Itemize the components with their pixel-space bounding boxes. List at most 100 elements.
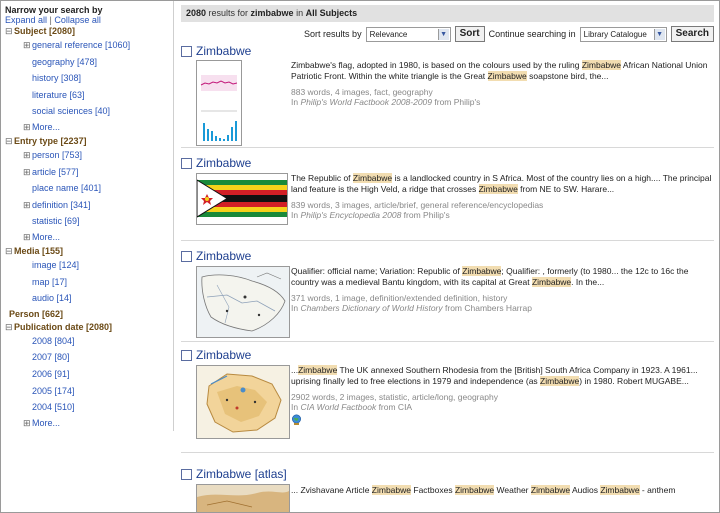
expand-icon[interactable]: ⊞ [23, 147, 32, 164]
continue-label: Continue searching in [488, 29, 576, 39]
chart-image [197, 61, 241, 145]
atlas-map-image [197, 485, 289, 512]
expand-icon[interactable]: ⊞ [23, 37, 32, 54]
facet-more-link[interactable]: ⊞More... [5, 230, 173, 245]
catalogue-select[interactable]: Library Catalogue ▼ [579, 26, 667, 42]
facet-item[interactable]: statistic [69] [5, 213, 173, 230]
facet-item[interactable]: 2007 [80] [5, 349, 173, 366]
result-meta: 2902 words, 2 images, statistic, article… [291, 392, 498, 402]
map-image [197, 267, 289, 337]
facet-entry-type[interactable]: ⊟Entry type [2237] [5, 136, 173, 147]
result-item: Zimbabwe Zimbabwe's flag, adopted in 198… [181, 44, 714, 148]
expand-icon[interactable]: ⊞ [23, 164, 32, 181]
links-separator: | [49, 15, 52, 25]
result-body: Zimbabwe's flag, adopted in 1980, is bas… [291, 60, 714, 107]
result-title[interactable]: Zimbabwe [181, 348, 714, 362]
flag-thumbnail[interactable] [196, 173, 288, 225]
map-thumbnail[interactable] [196, 266, 290, 338]
expand-icon[interactable]: ⊞ [23, 230, 32, 245]
collapse-icon[interactable]: ⊟ [5, 322, 14, 333]
source-title-link[interactable]: Chambers Dictionary of World History [300, 303, 442, 313]
facet-item[interactable]: ⊞article [577] [5, 164, 173, 181]
facet-more-link[interactable]: ⊞More... [5, 120, 173, 135]
facet-item[interactable]: geography [478] [5, 54, 173, 71]
facet-item[interactable]: 2008 [804] [5, 333, 173, 350]
facet-more-link[interactable]: ⊞More... [5, 416, 173, 431]
climate-chart-thumbnail[interactable] [196, 60, 242, 146]
facet-item[interactable]: literature [63] [5, 87, 173, 104]
result-source: In Philip's Encyclopedia 2008 from Phili… [291, 210, 450, 220]
chevron-down-icon[interactable]: ▼ [653, 28, 665, 40]
source-title-link[interactable]: CIA World Factbook [300, 402, 376, 412]
facet-item[interactable]: ⊞person [753] [5, 147, 173, 164]
source-title-link[interactable]: Philip's World Factbook 2008-2009 [300, 97, 432, 107]
facet-item[interactable]: map [17] [5, 274, 173, 291]
result-snippet: Qualifier: official name; Variation: Rep… [291, 266, 689, 287]
sort-label: Sort results by [304, 29, 362, 39]
result-item: Zimbabwe [atlas] ... Zvishavane Article … [181, 467, 714, 512]
result-source: In Chambers Dictionary of World History … [291, 303, 532, 313]
facet-media[interactable]: ⊟Media [155] [5, 246, 173, 257]
page-frame: Narrow your search by Expand all | Colla… [0, 0, 720, 513]
result-count: 2080 [186, 8, 207, 18]
facet-item[interactable]: social sciences [40] [5, 103, 173, 120]
facet-item[interactable]: image [124] [5, 257, 173, 274]
result-item: Zimbabwe The Republic of Zimbabwe is a l… [181, 156, 714, 241]
collapse-icon[interactable]: ⊟ [5, 136, 14, 147]
facet-item[interactable]: 2005 [174] [5, 383, 173, 400]
collapse-all-link[interactable]: Collapse all [54, 15, 101, 25]
facet-item[interactable]: ⊞definition [341] [5, 197, 173, 214]
facet-person[interactable]: Person [662] [5, 307, 173, 321]
results-summary-bar: 2080 results for zimbabwe in All Subject… [181, 5, 714, 22]
select-checkbox[interactable] [181, 468, 192, 480]
facet-item[interactable]: ⊞general reference [1060] [5, 37, 173, 54]
facet-item[interactable]: place name [401] [5, 180, 173, 197]
facet-item[interactable]: history [308] [5, 70, 173, 87]
sort-button[interactable]: Sort [454, 26, 485, 42]
facet-item[interactable]: audio [14] [5, 290, 173, 307]
result-meta: 839 words, 3 images, article/brief, gene… [291, 200, 544, 210]
select-checkbox[interactable] [181, 349, 192, 361]
facet-publication-date[interactable]: ⊟Publication date [2080] [5, 322, 173, 333]
globe-icon[interactable] [291, 414, 302, 425]
zimbabwe-map-image [197, 366, 289, 438]
select-checkbox[interactable] [181, 250, 192, 262]
sidebar-divider [173, 1, 174, 431]
result-meta: 883 words, 4 images, fact, geography [291, 87, 433, 97]
result-title[interactable]: Zimbabwe [atlas] [181, 467, 714, 481]
chevron-down-icon[interactable]: ▼ [437, 28, 449, 40]
expand-icon[interactable]: ⊞ [23, 416, 32, 431]
result-source: In Philip's World Factbook 2008-2009 fro… [291, 97, 481, 107]
sort-select[interactable]: Relevance ▼ [365, 26, 451, 42]
search-scope: All Subjects [305, 8, 358, 18]
map-thumbnail[interactable] [196, 365, 290, 439]
result-snippet: Zimbabwe's flag, adopted in 1980, is bas… [291, 60, 708, 81]
sidebar-title: Narrow your search by [5, 5, 103, 15]
result-snippet: ...Zimbabwe The UK annexed Southern Rhod… [291, 365, 698, 386]
result-item: Zimbabwe Qualifier: official name; Varia… [181, 249, 714, 342]
select-checkbox[interactable] [181, 157, 192, 169]
source-title-link[interactable]: Philip's Encyclopedia 2008 [300, 210, 401, 220]
result-source: In CIA World Factbook from CIA [291, 402, 413, 412]
search-button[interactable]: Search [670, 26, 714, 42]
facet-item[interactable]: 2006 [91] [5, 366, 173, 383]
atlas-thumbnail[interactable] [196, 484, 290, 512]
result-body: ... Zvishavane Article Zimbabwe Factboxe… [291, 485, 714, 501]
select-checkbox[interactable] [181, 45, 192, 57]
search-query: zimbabwe [250, 8, 294, 18]
result-title[interactable]: Zimbabwe [181, 44, 714, 58]
facet-subject[interactable]: ⊟Subject [2080] [5, 26, 173, 37]
collapse-icon[interactable]: ⊟ [5, 246, 14, 257]
facet-item[interactable]: 2004 [510] [5, 399, 173, 416]
expand-icon[interactable]: ⊞ [23, 197, 32, 214]
result-snippet: ... Zvishavane Article Zimbabwe Factboxe… [291, 485, 676, 495]
refine-sidebar: Narrow your search by Expand all | Colla… [5, 5, 173, 505]
result-body: The Republic of Zimbabwe is a landlocked… [291, 173, 714, 220]
collapse-icon[interactable]: ⊟ [5, 26, 14, 37]
zimbabwe-flag-image [197, 174, 287, 224]
sort-row: Sort results by Relevance ▼ Sort Continue… [181, 24, 714, 44]
result-title[interactable]: Zimbabwe [181, 156, 714, 170]
expand-icon[interactable]: ⊞ [23, 120, 32, 135]
result-title[interactable]: Zimbabwe [181, 249, 714, 263]
expand-all-link[interactable]: Expand all [5, 15, 47, 25]
